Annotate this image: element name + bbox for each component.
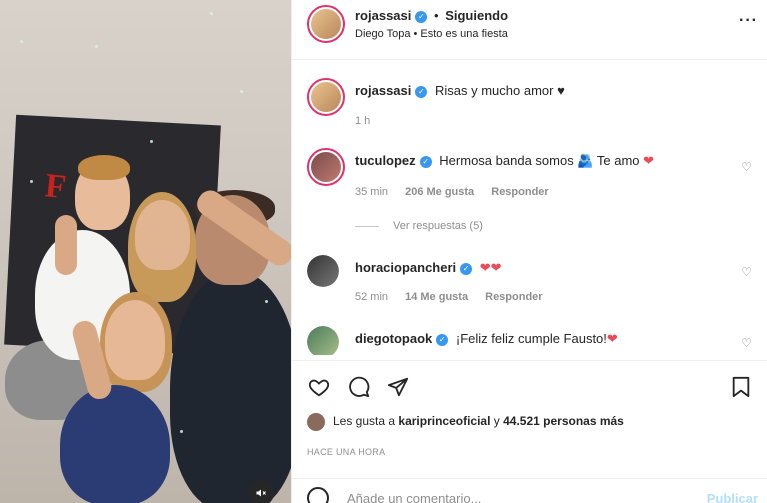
photo-woman-head — [135, 200, 190, 270]
comments-list: rojassasi ✓ Risas y mucho amor ♥ 1 h tucu… — [292, 60, 767, 355]
reply-button[interactable]: Responder — [491, 186, 548, 198]
comment-meta: 52 min 14 Me gusta Responder — [355, 291, 543, 303]
photo-boy-hair — [78, 155, 130, 180]
like-comment-heart-icon[interactable]: ♡ — [741, 265, 752, 279]
comment-likes[interactable]: 14 Me gusta — [405, 291, 468, 303]
add-comment-bar: Añade un comentario... Publicar — [292, 478, 767, 503]
verified-icon: ✓ — [436, 333, 449, 346]
comment-input[interactable]: Añade un comentario... — [347, 491, 481, 503]
comment-text-line: horaciopancheri ✓ ❤❤ — [355, 260, 502, 276]
like-heart-icon[interactable] — [307, 375, 331, 399]
caption-time[interactable]: 1 h — [355, 115, 370, 127]
comment-meta: 35 min 206 Me gusta Responder — [355, 186, 549, 198]
comment-text-line: diegotopaok ✓ ¡Feliz feliz cumple Fausto!… — [355, 331, 618, 347]
mute-audio-button[interactable] — [248, 480, 274, 503]
confetti — [150, 140, 153, 143]
caption-row: rojassasi ✓ Risas y mucho amor ♥ 1 h — [307, 78, 757, 138]
caption-username[interactable]: rojassasi — [355, 83, 411, 98]
instagram-post-view: F S rojassasi ✓ • Siguiendo Diego Topa •… — [0, 0, 767, 503]
likes-count[interactable]: 44.521 personas más — [503, 414, 624, 428]
publish-button[interactable]: Publicar — [707, 491, 758, 503]
photo-man — [170, 270, 291, 503]
post-header: rojassasi ✓ • Siguiendo Diego Topa • Esto… — [292, 0, 767, 60]
photo-boy-arm — [55, 215, 77, 275]
comment-likes[interactable]: 206 Me gusta — [405, 186, 474, 198]
like-comment-heart-icon[interactable]: ♡ — [741, 336, 752, 350]
comment-username[interactable]: diegotopaok — [355, 331, 432, 346]
comment-username[interactable]: horaciopancheri — [355, 260, 456, 275]
confetti — [240, 90, 243, 93]
emoji-picker-icon[interactable] — [307, 487, 329, 503]
commenter-avatar[interactable] — [307, 326, 339, 355]
confetti — [95, 45, 98, 48]
post-photo[interactable]: F S — [0, 0, 291, 503]
view-replies-button[interactable]: Ver respuestas (5) — [355, 220, 483, 232]
commenter-avatar[interactable] — [307, 255, 339, 287]
caption-avatar[interactable] — [307, 78, 345, 116]
comment-time[interactable]: 52 min — [355, 291, 388, 303]
verified-icon: ✓ — [460, 262, 473, 275]
comment-bubble-icon[interactable] — [347, 375, 371, 399]
author-avatar[interactable] — [307, 5, 345, 43]
comment-time[interactable]: 35 min — [355, 186, 388, 198]
verified-icon: ✓ — [419, 155, 432, 168]
confetti — [265, 300, 268, 303]
bookmark-icon[interactable] — [729, 375, 753, 399]
view-replies-label: Ver respuestas (5) — [393, 220, 483, 232]
likes-connector: y — [490, 414, 504, 429]
likes-prefix: Les gusta a — [333, 414, 399, 429]
author-username[interactable]: rojassasi — [355, 8, 411, 23]
comment-text-line: tuculopez ✓ Hermosa banda somos 🫂 Te amo … — [355, 153, 654, 169]
caption-text: Risas y mucho amor ♥ — [435, 83, 565, 98]
comment-text: Hermosa banda somos — [439, 153, 574, 168]
liker-avatar[interactable] — [307, 413, 325, 431]
following-button[interactable]: Siguiendo — [445, 8, 508, 23]
like-comment-heart-icon[interactable]: ♡ — [741, 160, 752, 174]
comment-row: horaciopancheri ✓ ❤❤ 52 min 14 Me gusta R… — [307, 255, 757, 310]
caption-text-line: rojassasi ✓ Risas y mucho amor ♥ — [355, 83, 565, 98]
comment-text-after: Te amo — [593, 153, 640, 168]
confetti — [20, 40, 23, 43]
reply-button[interactable]: Responder — [485, 291, 542, 303]
post-timestamp[interactable]: HACE UNA HORA — [307, 447, 385, 457]
confetti — [180, 430, 183, 433]
confetti — [30, 180, 33, 183]
comment-text: ¡Feliz feliz cumple Fausto! — [455, 331, 607, 346]
author-line: rojassasi ✓ • Siguiendo — [355, 8, 509, 23]
heart-emoji: ❤❤ — [479, 260, 502, 275]
more-horizontal-icon[interactable]: ··· — [739, 12, 758, 30]
photo-girl-head — [105, 300, 165, 380]
photo-girl — [60, 385, 170, 503]
post-actions-bar — [292, 360, 767, 410]
verified-icon: ✓ — [415, 10, 428, 23]
likes-summary: Les gusta a kariprinceoficial y 44.521 p… — [307, 413, 624, 431]
comment-row: tuculopez ✓ Hermosa banda somos 🫂 Te amo … — [307, 148, 757, 248]
share-paper-plane-icon[interactable] — [386, 375, 410, 399]
post-audio-subtitle[interactable]: Diego Topa • Esto es una fiesta — [355, 28, 508, 40]
heart-emoji: ❤ — [643, 153, 655, 168]
commenter-avatar[interactable] — [307, 148, 345, 186]
heart-emoji: ❤ — [606, 331, 618, 346]
comment-emoji: 🫂 — [577, 153, 594, 168]
verified-icon: ✓ — [415, 85, 428, 98]
comment-row: diegotopaok ✓ ¡Feliz feliz cumple Fausto!… — [307, 326, 757, 355]
post-details-panel: rojassasi ✓ • Siguiendo Diego Topa • Esto… — [291, 0, 767, 503]
confetti — [210, 12, 213, 15]
speaker-muted-icon — [256, 489, 266, 497]
liker-username[interactable]: kariprinceoficial — [398, 414, 490, 428]
comment-username[interactable]: tuculopez — [355, 153, 416, 168]
